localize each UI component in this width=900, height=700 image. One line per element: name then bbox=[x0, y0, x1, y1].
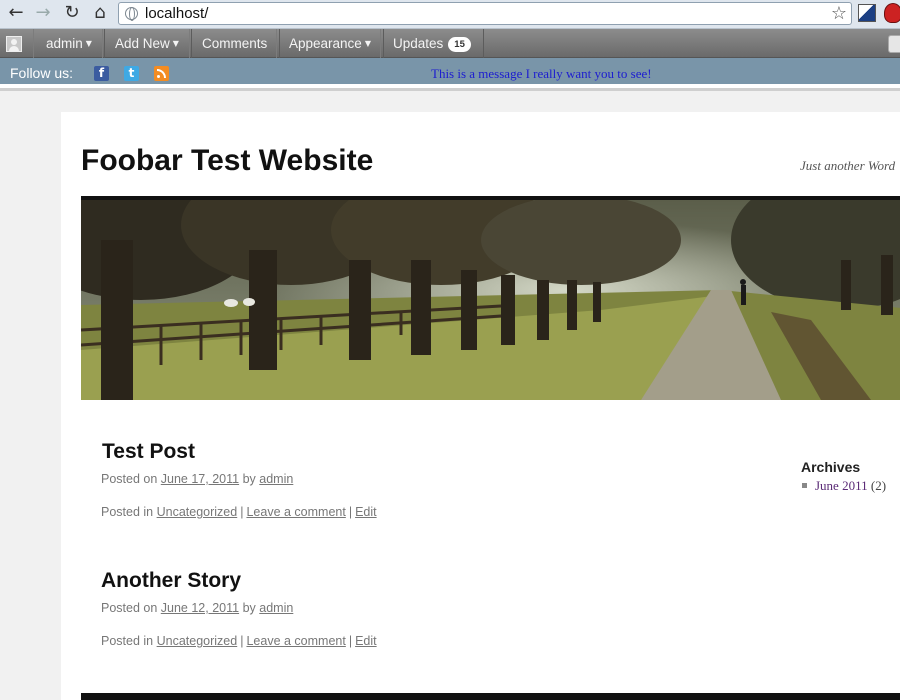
archives-widget-title: Archives bbox=[801, 459, 861, 475]
post-date-link[interactable]: June 17, 2011 bbox=[161, 472, 239, 486]
post-footer-meta: Posted in Uncategorized | Leave a comment |… bbox=[101, 505, 377, 519]
url-text[interactable]: localhost/ bbox=[145, 5, 208, 22]
posted-on-label: Posted on bbox=[101, 472, 158, 486]
appearance-menu[interactable]: Appearance ▼ bbox=[276, 29, 384, 58]
site-title[interactable]: Foobar Test Website bbox=[81, 144, 373, 178]
back-arrow-icon[interactable]: ← bbox=[4, 2, 28, 24]
avatar[interactable] bbox=[6, 36, 22, 52]
follow-label: Follow us: bbox=[10, 65, 74, 81]
extension-icon[interactable] bbox=[858, 4, 876, 22]
address-bar[interactable]: localhost/ ☆ bbox=[118, 2, 852, 25]
leave-comment-link[interactable]: Leave a comment bbox=[246, 505, 345, 519]
follow-bar: Follow us: f t This is a message I reall… bbox=[0, 58, 900, 88]
chevron-down-icon: ▼ bbox=[364, 39, 371, 48]
comments-label: Comments bbox=[202, 36, 268, 51]
header-image[interactable] bbox=[81, 196, 900, 400]
category-link[interactable]: Uncategorized bbox=[157, 505, 238, 519]
tree-lined-path-image bbox=[81, 200, 900, 400]
posted-on-label: Posted on bbox=[101, 601, 158, 615]
archive-list-item: June 2011 (2) bbox=[802, 478, 886, 494]
footer-divider bbox=[81, 693, 900, 700]
home-icon[interactable]: ⌂ bbox=[88, 2, 112, 24]
posted-in-label: Posted in bbox=[101, 634, 154, 648]
edit-link[interactable]: Edit bbox=[355, 634, 377, 648]
announcement-message: This is a message I really want you to s… bbox=[431, 66, 652, 81]
chevron-down-icon: ▼ bbox=[85, 39, 92, 48]
post-author-link[interactable]: admin bbox=[259, 601, 293, 615]
updates-link[interactable]: Updates 15 bbox=[380, 29, 484, 58]
forward-arrow-icon[interactable]: → bbox=[31, 2, 55, 24]
by-label: by bbox=[242, 472, 256, 486]
reload-icon[interactable]: ↻ bbox=[60, 2, 84, 24]
post-footer-meta: Posted in Uncategorized | Leave a comment |… bbox=[101, 634, 377, 648]
bullet-icon bbox=[802, 483, 807, 488]
leave-comment-link[interactable]: Leave a comment bbox=[246, 634, 345, 648]
admin-menu-label: admin bbox=[46, 36, 83, 51]
chevron-down-icon: ▼ bbox=[172, 39, 179, 48]
archive-month-link[interactable]: June 2011 bbox=[815, 478, 868, 493]
updates-label: Updates bbox=[393, 36, 444, 51]
admin-bar: admin ▼ Add New ▼ Comments Appearance ▼ Upd… bbox=[0, 29, 900, 58]
post-meta: Posted on June 12, 2011 by admin bbox=[101, 601, 293, 615]
facebook-icon[interactable]: f bbox=[94, 66, 109, 81]
updates-count-badge: 15 bbox=[448, 37, 471, 52]
post-date-link[interactable]: June 12, 2011 bbox=[161, 601, 239, 615]
post-meta: Posted on June 17, 2011 by admin bbox=[101, 472, 293, 486]
browser-toolbar: ← → ↻ ⌂ localhost/ ☆ bbox=[0, 0, 900, 29]
globe-icon bbox=[125, 7, 138, 21]
category-link[interactable]: Uncategorized bbox=[157, 634, 238, 648]
archive-count: (2) bbox=[870, 478, 887, 493]
edit-link[interactable]: Edit bbox=[355, 505, 377, 519]
add-new-label: Add New bbox=[115, 36, 170, 51]
post-title[interactable]: Another Story bbox=[101, 569, 241, 593]
post-author-link[interactable]: admin bbox=[259, 472, 293, 486]
page-container: Foobar Test Website Just another Word Te… bbox=[61, 112, 900, 700]
post-title[interactable]: Test Post bbox=[102, 440, 195, 464]
admin-menu[interactable]: admin ▼ bbox=[33, 29, 105, 58]
extension-badge-icon[interactable] bbox=[884, 3, 900, 23]
site-tagline: Just another Word bbox=[800, 158, 896, 173]
add-new-menu[interactable]: Add New ▼ bbox=[102, 29, 192, 58]
comments-link[interactable]: Comments bbox=[189, 29, 281, 58]
appearance-label: Appearance bbox=[289, 36, 362, 51]
by-label: by bbox=[242, 601, 256, 615]
bookmark-star-icon[interactable]: ☆ bbox=[831, 3, 847, 24]
twitter-icon[interactable]: t bbox=[124, 66, 139, 81]
admin-search-field[interactable] bbox=[888, 35, 900, 53]
rss-icon[interactable] bbox=[154, 66, 169, 81]
posted-in-label: Posted in bbox=[101, 505, 154, 519]
